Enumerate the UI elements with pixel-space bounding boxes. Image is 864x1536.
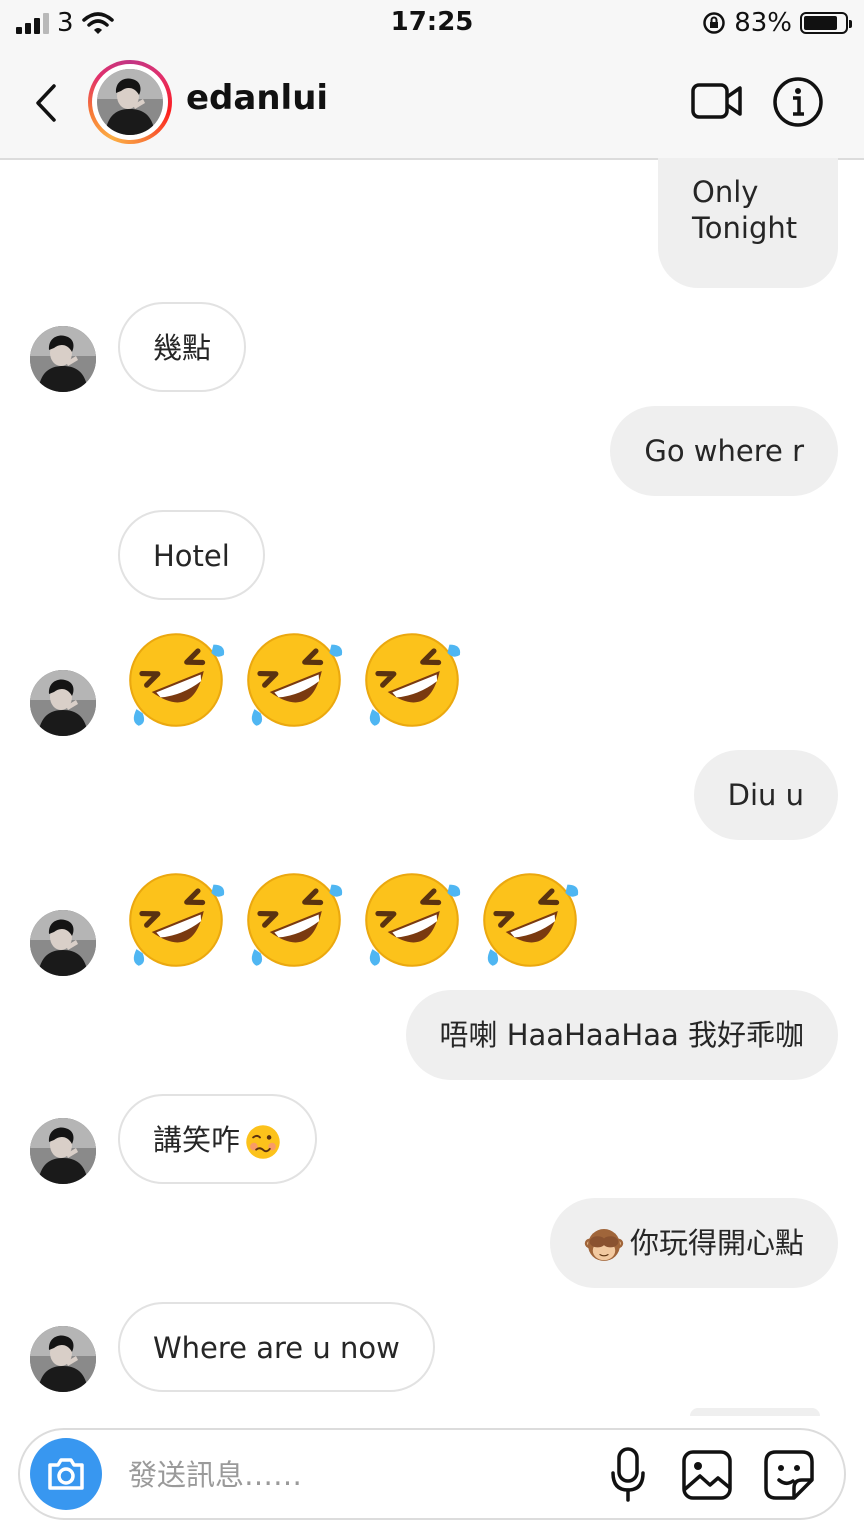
battery-icon <box>800 12 852 34</box>
message-incoming[interactable]: Hotel <box>118 510 265 600</box>
message-incoming[interactable]: Where are u now <box>118 1302 435 1392</box>
avatar[interactable] <box>30 910 96 976</box>
video-call-icon[interactable] <box>690 80 744 122</box>
message-outgoing[interactable]: Go where r <box>610 406 838 496</box>
info-icon[interactable] <box>772 76 824 128</box>
message-text: 幾點 <box>153 331 212 365</box>
rofl-emoji-icon <box>360 868 464 972</box>
profile-photo <box>97 69 163 135</box>
emoji-message[interactable] <box>124 628 464 732</box>
chat-screen: 3 17:25 83% edanlui Only Tonight 幾點 Go w… <box>0 0 864 1536</box>
message-text: Where are u now <box>153 1331 400 1365</box>
avatar[interactable] <box>30 1326 96 1392</box>
header-avatar[interactable] <box>88 60 172 144</box>
battery-percent: 83% <box>734 8 792 38</box>
message-text: Diu u <box>727 778 804 812</box>
avatar[interactable] <box>30 326 96 392</box>
message-text: Hotel <box>153 539 230 573</box>
message-outgoing[interactable]: 唔喇 HaaHaaHaa 我好乖咖 <box>405 990 838 1080</box>
emoji-message[interactable] <box>124 868 582 972</box>
message-outgoing[interactable]: Diu u <box>693 750 838 840</box>
chat-username[interactable]: edanlui <box>186 78 328 118</box>
rofl-emoji-icon <box>242 868 346 972</box>
rofl-emoji-icon <box>124 868 228 972</box>
message-outgoing[interactable]: Only Tonight <box>658 158 838 288</box>
camera-icon <box>48 1458 84 1490</box>
message-text: 講笑咋 <box>153 1123 241 1157</box>
message-incoming[interactable]: 幾點 <box>118 302 247 392</box>
sticker-icon[interactable] <box>762 1448 816 1502</box>
chat-header: edanlui <box>0 48 864 160</box>
back-icon[interactable] <box>28 78 68 128</box>
camera-button[interactable] <box>30 1438 102 1510</box>
message-text: Only Tonight <box>692 175 798 245</box>
rofl-emoji-icon <box>478 868 582 972</box>
message-text: 唔喇 HaaHaaHaa 我好乖咖 <box>439 1018 804 1052</box>
avatar[interactable] <box>30 670 96 736</box>
status-bar: 3 17:25 83% <box>0 0 864 48</box>
gallery-icon[interactable] <box>680 1448 734 1502</box>
message-input[interactable] <box>126 1448 590 1502</box>
message-composer <box>18 1428 846 1520</box>
microphone-icon[interactable] <box>606 1446 650 1504</box>
message-text: Go where r <box>644 434 804 468</box>
see-no-evil-monkey-icon <box>584 1225 624 1265</box>
message-incoming[interactable]: 講笑咋 <box>118 1094 318 1184</box>
message-outgoing[interactable]: 你玩得開心點 <box>549 1198 838 1288</box>
rotation-lock-icon <box>703 12 725 34</box>
woozy-face-icon <box>244 1123 282 1161</box>
rofl-emoji-icon <box>360 628 464 732</box>
rofl-emoji-icon <box>124 628 228 732</box>
message-text: 你玩得開心點 <box>629 1226 804 1260</box>
message-outgoing-partial <box>690 1408 820 1416</box>
rofl-emoji-icon <box>242 628 346 732</box>
avatar[interactable] <box>30 1118 96 1184</box>
